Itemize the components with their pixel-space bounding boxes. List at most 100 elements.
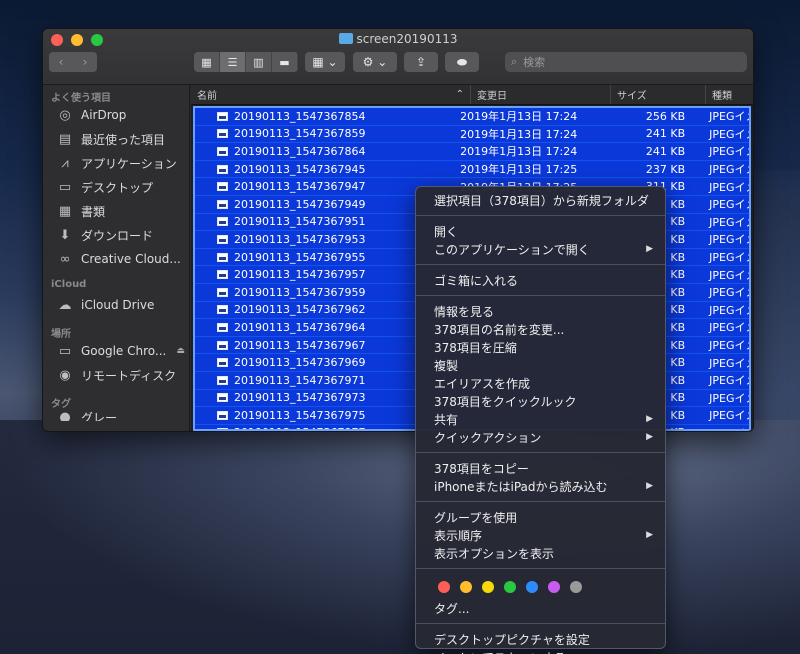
sidebar-header-icloud: iCloud [51, 279, 87, 290]
sidebar-header-locations: 場所 [51, 329, 71, 340]
airdrop-icon: ◎ [59, 107, 71, 123]
image-file-icon [217, 322, 228, 332]
list-view-button[interactable]: ☰ [220, 52, 246, 72]
image-file-icon [217, 287, 228, 297]
menu-item[interactable]: 情報を見る [416, 302, 665, 320]
column-headers: 名前 ⌃ 変更日 サイズ 種類 [191, 85, 753, 105]
sidebar-item-applications[interactable]: ⩘ アプリケーション [43, 151, 189, 175]
sidebar-item-remote-disc[interactable]: ◉ リモートディスク [43, 363, 189, 387]
share-button[interactable]: ⇪ [404, 52, 438, 72]
column-view-button[interactable]: ▥ [246, 52, 272, 72]
tag-color-dot[interactable] [504, 581, 516, 593]
image-file-icon [217, 234, 228, 244]
menu-item[interactable]: ノートンでスキャンする [416, 648, 665, 654]
remote-disc-icon: ◉ [59, 367, 71, 383]
menu-item[interactable]: 開く [416, 222, 665, 240]
column-header-size[interactable]: サイズ [611, 85, 706, 104]
icon-view-button[interactable]: ▦ [194, 52, 220, 72]
image-file-icon [217, 217, 228, 227]
column-header-kind[interactable]: 種類 [706, 85, 753, 104]
menu-item[interactable]: 複製 [416, 356, 665, 374]
menu-item[interactable]: 選択項目（378項目）から新規フォルダ [416, 191, 665, 209]
file-kind-cell: JPEGイメージ [709, 321, 749, 335]
menu-item[interactable]: iPhoneまたはiPadから読み込む ▶ [416, 477, 665, 495]
group-button[interactable]: ▦ ⌄ [305, 52, 345, 72]
file-kind-cell: JPEGイメージ [709, 180, 749, 194]
image-file-icon [217, 270, 228, 280]
menu-item[interactable]: 共有 ▶ [416, 410, 665, 428]
image-file-icon [217, 428, 228, 429]
image-file-icon [217, 182, 228, 192]
sidebar-item-icloud-drive[interactable]: ☁ iCloud Drive [43, 293, 189, 317]
menu-item[interactable]: 378項目をコピー [416, 459, 665, 477]
cloud-icon: ☁ [58, 297, 72, 313]
menu-item[interactable]: 378項目をクイックルック [416, 392, 665, 410]
file-kind-cell: JPEGイメージ [709, 391, 749, 405]
menu-separator [416, 623, 665, 624]
menu-item[interactable]: ゴミ箱に入れる [416, 271, 665, 289]
file-kind-cell: JPEGイメージ [709, 409, 749, 423]
menu-item[interactable]: グループを使用 [416, 508, 665, 526]
sort-arrow-icon: ⌃ [455, 89, 464, 100]
sidebar-item-creative-cloud[interactable]: ∞ Creative Cloud... [43, 247, 189, 271]
file-kind-cell: JPEGイメージ [709, 374, 749, 388]
table-row[interactable]: 20190113_1547367859 2019年1月13日 17:24 241 K… [195, 125, 749, 144]
column-header-name[interactable]: 名前 ⌃ [191, 85, 471, 104]
menu-item-tags[interactable]: タグ... [416, 599, 665, 617]
tag-color-dot[interactable] [482, 581, 494, 593]
menu-item[interactable]: 表示順序 ▶ [416, 526, 665, 544]
sidebar-item-airdrop[interactable]: ◎ AirDrop [43, 103, 189, 127]
back-button[interactable]: ‹ [49, 55, 73, 69]
sidebar-item-desktop[interactable]: ▭ デスクトップ [43, 175, 189, 199]
sidebar-item-documents[interactable]: ▦ 書類 [43, 199, 189, 223]
menu-item[interactable]: 378項目の名前を変更... [416, 320, 665, 338]
titlebar[interactable]: screen20190113 ‹ › ▦ ☰ ▥ ▬ ▦ ⌄ ⚙ ⌄ ⇪ ⬬ ⌕… [43, 29, 753, 85]
file-size-cell: 256 KB [645, 109, 686, 123]
image-file-icon [217, 111, 228, 121]
file-name-cell: 20190113_1547367854 [195, 110, 460, 123]
applications-icon: ⩘ [61, 155, 69, 171]
search-field[interactable]: ⌕ 検索 [505, 52, 747, 72]
file-date-cell: 2019年1月13日 17:25 [460, 163, 578, 177]
file-kind-cell: JPEGイメージ [709, 251, 749, 265]
tag-color-dot[interactable] [526, 581, 538, 593]
gallery-view-button[interactable]: ▬ [272, 52, 298, 72]
gray-tag-icon: ● [59, 409, 71, 422]
tag-color-dot[interactable] [548, 581, 560, 593]
menu-separator [416, 264, 665, 265]
menu-item[interactable]: 表示オプションを表示 [416, 544, 665, 562]
table-row[interactable]: 20190113_1547367864 2019年1月13日 17:24 241 K… [195, 143, 749, 161]
submenu-arrow-icon: ▶ [646, 530, 653, 540]
file-kind-cell: JPEGイメージ [709, 163, 749, 177]
menu-item[interactable]: クイックアクション ▶ [416, 428, 665, 446]
image-file-icon [217, 358, 228, 368]
submenu-arrow-icon: ▶ [646, 481, 653, 491]
file-kind-cell: JPEGイメージ [709, 110, 749, 124]
table-row[interactable]: 20190113_1547367854 2019年1月13日 17:24 256 K… [195, 108, 749, 126]
column-header-modified[interactable]: 変更日 [471, 85, 611, 104]
sidebar-item-google-chrome[interactable]: ▭ Google Chro... ⏏ [43, 339, 189, 363]
sidebar-header-favorites: よく使う項目 [51, 93, 111, 104]
forward-button[interactable]: › [73, 55, 97, 69]
sidebar-item-tag-gray[interactable]: ● グレー [43, 409, 189, 422]
submenu-arrow-icon: ▶ [646, 244, 653, 254]
file-kind-cell: JPEGイメージ [709, 268, 749, 282]
search-icon: ⌕ [511, 55, 518, 68]
file-date-cell: 2019年1月13日 17:24 [460, 127, 578, 141]
sidebar-item-recents[interactable]: ▤ 最近使った項目 [43, 127, 189, 151]
menu-item[interactable]: このアプリケーションで開く ▶ [416, 240, 665, 258]
tag-color-dot[interactable] [438, 581, 450, 593]
tag-color-dot[interactable] [570, 581, 582, 593]
menu-item[interactable]: 378項目を圧縮 [416, 338, 665, 356]
menu-tag-colors [416, 575, 665, 599]
file-date-cell: 2019年1月13日 17:24 [460, 110, 578, 124]
action-gear-button[interactable]: ⚙ ⌄ [353, 52, 397, 72]
menu-separator [416, 568, 665, 569]
eject-icon[interactable]: ⏏ [176, 346, 185, 356]
edit-tags-button[interactable]: ⬬ [445, 52, 479, 72]
tag-color-dot[interactable] [460, 581, 472, 593]
menu-item[interactable]: デスクトップピクチャを設定 [416, 630, 665, 648]
sidebar-item-downloads[interactable]: ⬇ ダウンロード [43, 223, 189, 247]
table-row[interactable]: 20190113_1547367945 2019年1月13日 17:25 237 K… [195, 160, 749, 179]
menu-item[interactable]: エイリアスを作成 [416, 374, 665, 392]
